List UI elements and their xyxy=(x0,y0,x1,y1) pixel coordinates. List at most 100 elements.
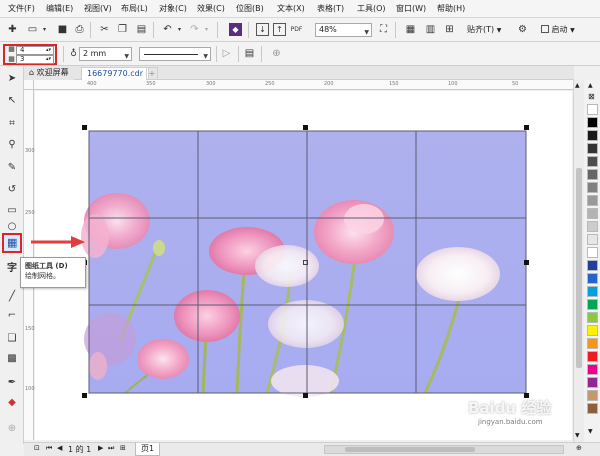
curve-tool-icon[interactable]: ↺ xyxy=(5,183,19,197)
import-icon[interactable]: ↓ xyxy=(256,23,269,36)
drop-shadow-icon[interactable]: ❑ xyxy=(5,332,19,346)
shape-tool-icon[interactable]: ↖ xyxy=(5,94,19,108)
publish-pdf-icon[interactable]: PDF xyxy=(290,23,303,36)
scroll-down-icon[interactable]: ▼ xyxy=(575,432,580,439)
color-swatch[interactable] xyxy=(587,286,598,297)
color-swatch[interactable] xyxy=(587,377,598,388)
color-swatch[interactable] xyxy=(587,351,598,362)
horizontal-ruler[interactable]: 400 350 300 250 200 150 100 50 xyxy=(34,80,574,90)
color-swatch[interactable] xyxy=(587,338,598,349)
palette-scroll-down-icon[interactable]: ▼ xyxy=(588,428,593,435)
add-preset-icon[interactable]: ⊕ xyxy=(270,47,283,60)
ruler-origin[interactable] xyxy=(24,80,34,90)
color-swatch[interactable] xyxy=(587,364,598,375)
color-swatch[interactable] xyxy=(587,260,598,271)
tab-document[interactable]: 16679770.cdr xyxy=(81,67,150,80)
zoom-level-input[interactable]: 48% ▼ xyxy=(315,23,372,37)
menu-bitmaps[interactable]: 位图(B) xyxy=(236,3,264,14)
interactive-fill-icon[interactable]: ◆ xyxy=(5,396,19,410)
undo-dropdown-icon[interactable]: ▾ xyxy=(173,23,186,36)
color-swatch[interactable] xyxy=(587,312,598,323)
vertical-scrollbar[interactable]: ▲ ▼ xyxy=(573,80,584,442)
eyedropper-icon[interactable]: ✒ xyxy=(5,376,19,390)
color-swatch[interactable] xyxy=(587,169,598,180)
grid-rows-input[interactable]: 3 ▴▾ xyxy=(16,55,54,64)
redo-dropdown-icon[interactable]: ▾ xyxy=(200,23,213,36)
color-swatch[interactable] xyxy=(587,403,598,414)
launch-dropdown[interactable]: 启动 ▼ xyxy=(541,24,575,35)
menu-help[interactable]: 帮助(H) xyxy=(437,3,465,14)
copy-icon[interactable]: ❐ xyxy=(116,23,129,36)
selection-handle-middle-right[interactable] xyxy=(524,260,529,265)
selection-handle-bottom-middle[interactable] xyxy=(303,393,308,398)
scrollbar-thumb[interactable] xyxy=(345,447,475,452)
spinner-icon[interactable]: ▴▾ xyxy=(46,56,51,63)
horizontal-scrollbar[interactable] xyxy=(324,445,564,454)
line-style-select[interactable]: ▼ xyxy=(139,47,211,61)
scrollbar-thumb[interactable] xyxy=(576,168,582,368)
paste-icon[interactable]: ▤ xyxy=(135,23,148,36)
cut-icon[interactable]: ✂ xyxy=(98,23,111,36)
menu-table[interactable]: 表格(T) xyxy=(317,3,344,14)
navigator-icon[interactable]: ⊕ xyxy=(576,444,582,452)
pick-tool-icon[interactable]: ➤ xyxy=(5,72,19,86)
menu-view[interactable]: 视图(V) xyxy=(84,3,112,14)
show-guidelines-icon[interactable]: ⊞ xyxy=(443,23,456,36)
menu-text[interactable]: 文本(X) xyxy=(277,3,305,14)
scroll-up-icon[interactable]: ▲ xyxy=(575,82,580,89)
add-page-icon[interactable]: ⊞ xyxy=(120,444,126,452)
show-rulers-icon[interactable]: ▦ xyxy=(404,23,417,36)
color-swatch[interactable] xyxy=(587,247,598,258)
palette-scroll-up-icon[interactable]: ▲ xyxy=(588,82,593,89)
color-swatch[interactable] xyxy=(587,221,598,232)
selection-handle-top-left[interactable] xyxy=(82,125,87,130)
color-swatch[interactable] xyxy=(587,273,598,284)
selection-handle-top-right[interactable] xyxy=(524,125,529,130)
color-swatch[interactable] xyxy=(587,130,598,141)
color-swatch[interactable] xyxy=(587,117,598,128)
menu-layout[interactable]: 布局(L) xyxy=(121,3,148,14)
color-swatch[interactable] xyxy=(587,299,598,310)
page-options-icon[interactable]: ⊡ xyxy=(34,444,40,452)
color-swatch[interactable] xyxy=(587,156,598,167)
no-fill-swatch-icon[interactable]: ⊠ xyxy=(588,92,595,101)
export-icon[interactable]: ↑ xyxy=(273,23,286,36)
selection-handle-bottom-left[interactable] xyxy=(82,393,87,398)
color-swatch[interactable] xyxy=(587,208,598,219)
previous-page-icon[interactable]: ◀ xyxy=(57,444,62,452)
graph-paper-tool-button[interactable]: ▦ xyxy=(2,233,22,253)
spinner-icon[interactable]: ▴▾ xyxy=(46,47,51,54)
rectangle-tool-icon[interactable]: ▭ xyxy=(5,204,19,218)
last-page-icon[interactable]: ⏭ xyxy=(108,444,114,453)
page-tab[interactable]: 页1 xyxy=(135,443,161,456)
first-page-icon[interactable]: ⏮ xyxy=(46,444,52,453)
menu-file[interactable]: 文件(F) xyxy=(8,3,35,14)
next-page-icon[interactable]: ▶ xyxy=(98,444,103,452)
selection-handle-top-middle[interactable] xyxy=(303,125,308,130)
menu-edit[interactable]: 编辑(E) xyxy=(46,3,73,14)
outline-width-select[interactable]: 2 mm ▼ xyxy=(79,47,132,61)
options-gear-icon[interactable]: ⚙ xyxy=(516,23,529,36)
color-swatch[interactable] xyxy=(587,325,598,336)
color-swatch[interactable] xyxy=(587,104,598,115)
connector-tool-icon[interactable]: ⌐ xyxy=(5,309,19,323)
color-swatch[interactable] xyxy=(587,234,598,245)
parallel-dimension-icon[interactable]: ╱ xyxy=(5,290,19,304)
color-swatch[interactable] xyxy=(587,143,598,154)
open-dropdown-icon[interactable]: ▾ xyxy=(38,23,51,36)
print-icon[interactable]: ⎙ xyxy=(73,23,86,36)
color-swatch[interactable] xyxy=(587,390,598,401)
color-swatch[interactable] xyxy=(587,195,598,206)
grid-columns-input[interactable]: 4 ▴▾ xyxy=(16,46,54,55)
snap-to-dropdown[interactable]: 贴齐(T) ▼ xyxy=(467,24,501,35)
crop-tool-icon[interactable]: ⌗ xyxy=(5,117,19,131)
zoom-tool-icon[interactable]: ⚲ xyxy=(5,138,19,152)
show-grid-icon[interactable]: ▥ xyxy=(424,23,437,36)
save-icon[interactable]: ■ xyxy=(56,23,69,36)
to-front-icon[interactable]: ▤ xyxy=(243,47,256,60)
menu-object[interactable]: 对象(C) xyxy=(159,3,187,14)
ellipse-tool-icon[interactable]: ○ xyxy=(5,220,19,234)
text-tool-icon[interactable]: 字 xyxy=(5,262,19,276)
new-document-icon[interactable]: ✚ xyxy=(6,23,19,36)
transparency-icon[interactable]: ▩ xyxy=(5,352,19,366)
